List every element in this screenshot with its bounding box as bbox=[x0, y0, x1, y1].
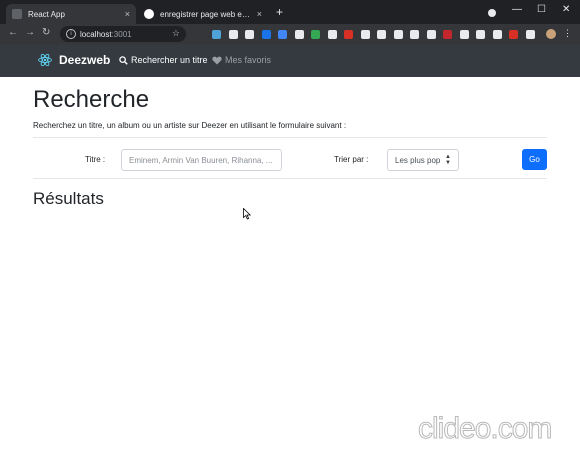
nav-favorites-link[interactable]: Mes favoris bbox=[212, 55, 271, 65]
react-logo-icon bbox=[38, 53, 52, 67]
browser-menu-icon[interactable]: ⋮ bbox=[563, 28, 572, 39]
browser-extension-icon[interactable] bbox=[377, 30, 386, 39]
maximize-button[interactable]: ☐ bbox=[537, 4, 546, 15]
clideo-watermark: clideo.com bbox=[417, 412, 552, 446]
sort-selected-value: Les plus pop bbox=[395, 155, 441, 165]
nav-search-label: Rechercher un titre bbox=[131, 55, 208, 65]
browser-toolbar: ← → ↻ i localhost :3001 ☆ ⋮ bbox=[0, 24, 580, 44]
minimize-button[interactable]: — bbox=[512, 4, 522, 15]
title-field-label: Titre : bbox=[85, 155, 106, 164]
browser-extension-icon[interactable] bbox=[278, 30, 287, 39]
nav-favorites-label: Mes favoris bbox=[225, 55, 272, 65]
browser-extension-icon[interactable] bbox=[261, 30, 271, 39]
page-title: Recherche bbox=[33, 86, 150, 113]
browser-extension-icon[interactable] bbox=[459, 30, 469, 39]
browser-extension-icon[interactable] bbox=[393, 30, 403, 39]
browser-extension-icon[interactable] bbox=[311, 30, 320, 39]
divider-top bbox=[33, 137, 547, 138]
browser-extension-icon[interactable] bbox=[344, 30, 353, 39]
browser-extension-icon[interactable] bbox=[294, 30, 304, 39]
browser-extension-icon[interactable] bbox=[492, 30, 502, 39]
browser-extension-icon[interactable] bbox=[245, 30, 254, 39]
browser-extension-icon[interactable] bbox=[525, 30, 535, 39]
brand-link[interactable]: Deezweb bbox=[38, 53, 110, 67]
bookmark-star-icon[interactable]: ☆ bbox=[172, 28, 180, 39]
tab-close-icon[interactable]: × bbox=[125, 9, 130, 19]
tab-title: React App bbox=[28, 9, 65, 19]
divider-bottom bbox=[33, 178, 547, 179]
go-button[interactable]: Go bbox=[522, 149, 547, 170]
brand-name: Deezweb bbox=[59, 53, 111, 67]
back-button[interactable]: ← bbox=[8, 27, 18, 38]
user-avatar[interactable] bbox=[546, 29, 556, 39]
address-host: localhost bbox=[80, 29, 112, 39]
react-favicon-icon bbox=[12, 9, 22, 19]
mouse-cursor-icon bbox=[243, 208, 251, 220]
search-icon bbox=[119, 55, 128, 65]
browser-extension-icon[interactable] bbox=[360, 30, 370, 39]
browser-extension-icon[interactable] bbox=[212, 30, 221, 39]
app-navbar: Deezweb Rechercher un titre Mes favoris bbox=[0, 44, 580, 77]
browser-extension-icon[interactable] bbox=[426, 30, 436, 39]
forward-button[interactable]: → bbox=[25, 27, 35, 38]
browser-extension-icon[interactable] bbox=[476, 30, 485, 39]
browser-tab-bar: React App × enregistrer page web en vide… bbox=[0, 0, 580, 24]
sort-field-label: Trier par : bbox=[334, 155, 369, 164]
reload-button[interactable]: ↻ bbox=[42, 27, 50, 38]
heart-icon bbox=[212, 56, 222, 64]
nav-search-link[interactable]: Rechercher un titre bbox=[119, 55, 208, 65]
browser-extension-icon[interactable] bbox=[443, 30, 452, 39]
site-info-icon[interactable]: i bbox=[66, 29, 76, 39]
address-port: :3001 bbox=[111, 29, 132, 39]
browser-extension-icon[interactable] bbox=[327, 30, 337, 39]
page-lead-text: Recherchez un titre, un album ou un arti… bbox=[33, 121, 347, 130]
profile-indicator-icon[interactable] bbox=[488, 9, 496, 17]
tab-close-icon[interactable]: × bbox=[257, 9, 262, 19]
close-window-button[interactable]: ✕ bbox=[562, 4, 570, 15]
results-heading: Résultats bbox=[33, 189, 104, 208]
browser-extension-icon[interactable] bbox=[410, 30, 419, 39]
select-arrows-icon: ▲ ▼ bbox=[445, 154, 451, 166]
new-tab-button[interactable]: + bbox=[276, 6, 283, 18]
browser-extension-icon[interactable] bbox=[509, 30, 518, 39]
tab-google-search[interactable]: enregistrer page web en video × bbox=[138, 4, 268, 24]
tab-react-app[interactable]: React App × bbox=[6, 4, 136, 24]
title-search-input[interactable] bbox=[121, 149, 282, 171]
sort-select[interactable]: Les plus pop ▲ ▼ bbox=[387, 149, 459, 171]
browser-extension-icon[interactable] bbox=[228, 30, 238, 39]
address-bar[interactable]: i localhost :3001 ☆ bbox=[60, 26, 186, 42]
tab-title: enregistrer page web en video bbox=[160, 9, 253, 19]
google-favicon-icon bbox=[144, 9, 154, 19]
